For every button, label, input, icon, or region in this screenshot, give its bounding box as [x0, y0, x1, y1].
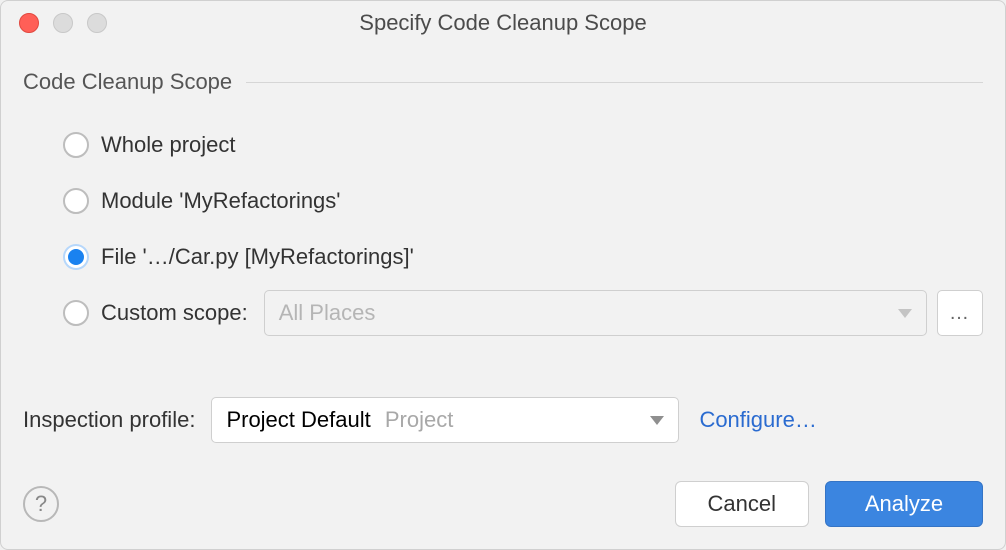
titlebar: Specify Code Cleanup Scope — [1, 1, 1005, 45]
group-title: Code Cleanup Scope — [23, 69, 246, 95]
inspection-profile-row: Inspection profile: Project Default Proj… — [23, 397, 983, 443]
browse-button[interactable]: … — [937, 290, 983, 336]
chevron-down-icon — [650, 416, 664, 425]
profile-secondary: Project — [385, 407, 453, 432]
content: Code Cleanup Scope Whole project Module … — [1, 45, 1005, 463]
profile-value: Project Default — [226, 407, 370, 432]
analyze-button[interactable]: Analyze — [825, 481, 983, 527]
cancel-button[interactable]: Cancel — [675, 481, 809, 527]
chevron-down-icon — [898, 309, 912, 318]
radio-label: Whole project — [101, 132, 236, 158]
question-icon: ? — [35, 491, 47, 517]
radio-file[interactable]: File '…/Car.py [MyRefactorings]' — [23, 229, 983, 285]
configure-link[interactable]: Configure… — [699, 407, 816, 433]
ellipsis-icon: … — [949, 302, 971, 325]
radio-module[interactable]: Module 'MyRefactorings' — [23, 173, 983, 229]
dropdown-value: Project Default Project — [226, 407, 650, 433]
scope-group: Code Cleanup Scope Whole project Module … — [23, 69, 983, 341]
close-icon[interactable] — [19, 13, 39, 33]
zoom-icon — [87, 13, 107, 33]
analyze-label: Analyze — [865, 491, 943, 517]
profile-dropdown[interactable]: Project Default Project — [211, 397, 679, 443]
help-button[interactable]: ? — [23, 486, 59, 522]
radio-custom-scope[interactable]: Custom scope: All Places … — [23, 285, 983, 341]
group-header: Code Cleanup Scope — [23, 69, 983, 95]
dialog-window: Specify Code Cleanup Scope Code Cleanup … — [0, 0, 1006, 550]
radio-icon — [63, 300, 89, 326]
minimize-icon — [53, 13, 73, 33]
radio-label: Custom scope: — [101, 300, 248, 326]
dropdown-value: All Places — [279, 300, 898, 326]
radio-label: File '…/Car.py [MyRefactorings]' — [101, 244, 414, 270]
cancel-label: Cancel — [708, 491, 776, 517]
footer: ? Cancel Analyze — [1, 463, 1005, 549]
divider — [246, 82, 983, 83]
radio-icon — [63, 188, 89, 214]
custom-scope-dropdown[interactable]: All Places — [264, 290, 927, 336]
radio-icon — [63, 132, 89, 158]
radio-label: Module 'MyRefactorings' — [101, 188, 341, 214]
window-controls — [1, 13, 107, 33]
radio-icon-selected — [63, 244, 89, 270]
profile-label: Inspection profile: — [23, 407, 195, 433]
window-title: Specify Code Cleanup Scope — [1, 10, 1005, 36]
radio-whole-project[interactable]: Whole project — [23, 117, 983, 173]
